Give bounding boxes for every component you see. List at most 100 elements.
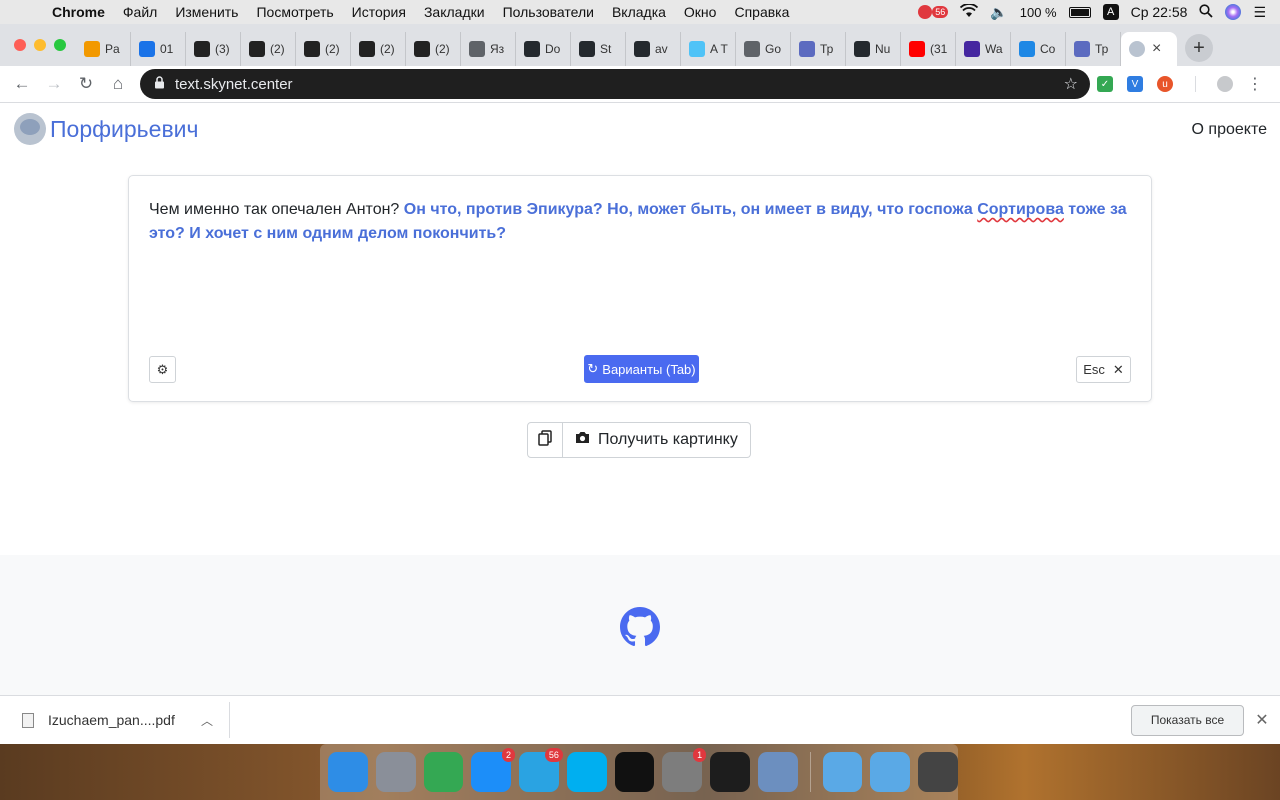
url-text[interactable]: text.skynet.center <box>175 76 293 93</box>
close-window-icon[interactable] <box>14 39 26 51</box>
tab-14[interactable]: Nu <box>846 32 901 66</box>
lock-icon[interactable] <box>154 75 165 93</box>
terminal-icon[interactable] <box>614 752 655 792</box>
variants-button-label: Варианты (Tab) <box>602 361 696 377</box>
menu-edit[interactable]: Изменить <box>175 4 238 20</box>
separator <box>1180 76 1210 92</box>
profile-avatar-icon[interactable] <box>1210 76 1240 92</box>
youtube-icon <box>909 41 925 57</box>
tab-favicon-sh <box>304 41 320 57</box>
menu-history[interactable]: История <box>352 4 406 20</box>
tab-11[interactable]: A T <box>681 32 736 66</box>
site-title[interactable]: Порфирьевич <box>50 116 199 143</box>
chrome-tab-strip: Pa 01 (3) (2) (2) (2) (2) Яз Do St av A T Go Тр Nu (31 W… <box>0 24 1280 66</box>
notification-icon[interactable]: 56 <box>918 5 949 19</box>
tab-3[interactable]: (2) <box>241 32 296 66</box>
downloads-folder-icon[interactable] <box>822 752 863 792</box>
chrome-icon[interactable] <box>423 752 464 792</box>
tab-18[interactable]: Тр <box>1066 32 1121 66</box>
address-bar[interactable]: text.skynet.center ☆ <box>140 69 1090 99</box>
control-center-icon[interactable]: ☰ <box>1253 4 1266 21</box>
finder-icon[interactable] <box>328 752 368 792</box>
settings-button[interactable]: ⚙ <box>149 356 176 383</box>
battery-percent: 100 % <box>1019 4 1057 20</box>
tab-6[interactable]: (2) <box>406 32 461 66</box>
refresh-icon: ↻ <box>587 361 599 376</box>
download-item[interactable]: Izuchaem_pan....pdf ︿ <box>0 702 230 738</box>
escape-button[interactable]: Esc ✕ <box>1076 356 1131 383</box>
extension-shield-icon[interactable]: ✓ <box>1090 76 1120 92</box>
forward-arrow-icon[interactable]: → <box>38 74 70 94</box>
trash-icon[interactable] <box>918 752 958 792</box>
app-store-icon[interactable]: 2 <box>471 748 516 792</box>
battery-icon[interactable] <box>1068 6 1091 18</box>
tab-17[interactable]: Co <box>1011 32 1066 66</box>
spotlight-search-icon[interactable] <box>1199 3 1214 21</box>
new-tab-button[interactable]: + <box>1185 34 1213 62</box>
tab-favicon-m <box>469 41 485 57</box>
system-preferences-icon[interactable]: 1 <box>662 748 707 792</box>
menubar-clock[interactable]: Ср 22:58 <box>1131 4 1188 20</box>
tab-7[interactable]: Яз <box>461 32 516 66</box>
tab-5[interactable]: (2) <box>351 32 406 66</box>
back-arrow-icon[interactable]: ← <box>6 74 38 94</box>
get-picture-button[interactable]: Получить картинку <box>563 422 751 458</box>
minimize-window-icon[interactable] <box>34 39 46 51</box>
menu-tab[interactable]: Вкладка <box>612 4 666 20</box>
brain-logo-icon <box>14 113 46 145</box>
chrome-menu-icon[interactable]: ⋮ <box>1240 74 1270 94</box>
menu-window[interactable]: Окно <box>684 4 717 20</box>
tab-15[interactable]: (31 <box>901 32 956 66</box>
extension-ublock-icon[interactable]: u <box>1150 76 1180 92</box>
menu-people[interactable]: Пользователи <box>503 4 594 20</box>
menu-view[interactable]: Посмотреть <box>256 4 333 20</box>
siri-icon[interactable] <box>1225 4 1242 20</box>
tab-12[interactable]: Go <box>736 32 791 66</box>
tab-favicon-chat <box>1019 41 1035 57</box>
menu-app-name[interactable]: Chrome <box>52 4 105 20</box>
tab-16[interactable]: Wa <box>956 32 1011 66</box>
tab-1[interactable]: 01 <box>131 32 186 66</box>
show-all-downloads-button[interactable]: Показать все <box>1131 704 1244 736</box>
tab-8[interactable]: Do <box>516 32 571 66</box>
wifi-icon[interactable] <box>960 2 979 21</box>
close-downloads-bar-icon[interactable]: ✕ <box>1244 710 1280 730</box>
dock-badge: 2 <box>502 748 516 762</box>
download-file-name[interactable]: Izuchaem_pan....pdf <box>48 712 175 728</box>
variants-button[interactable]: ↻ Варианты (Tab) <box>584 355 699 383</box>
tab-2[interactable]: (3) <box>186 32 241 66</box>
terminal-green-icon[interactable] <box>710 752 750 792</box>
tab-10[interactable]: av <box>626 32 681 66</box>
tab-13[interactable]: Тр <box>791 32 846 66</box>
tab-9[interactable]: St <box>571 32 626 66</box>
extension-v-icon[interactable]: V <box>1120 76 1150 92</box>
chevron-up-icon[interactable]: ︿ <box>201 712 213 729</box>
preview-icon[interactable] <box>757 752 798 792</box>
fullscreen-window-icon[interactable] <box>54 39 66 51</box>
menu-file[interactable]: Файл <box>123 4 157 20</box>
launchpad-icon[interactable] <box>375 752 416 792</box>
volume-icon[interactable]: 🔈 <box>990 4 1007 21</box>
copy-button[interactable] <box>527 422 563 458</box>
skype-icon[interactable] <box>566 752 607 792</box>
github-icon[interactable] <box>620 607 660 647</box>
bookmark-star-icon[interactable]: ☆ <box>1064 74 1078 94</box>
menu-help[interactable]: Справка <box>734 4 789 20</box>
telegram-icon[interactable]: 56 <box>519 748 563 792</box>
tab-label: Co <box>1040 42 1056 56</box>
dock-separator <box>809 752 811 792</box>
tab-label: Pa <box>105 42 120 56</box>
reload-icon[interactable]: ↻ <box>70 74 102 94</box>
home-icon[interactable]: ⌂ <box>102 74 134 94</box>
about-link[interactable]: О проекте <box>1192 121 1267 139</box>
tab-active-porfirevich[interactable]: × <box>1121 32 1177 66</box>
close-tab-icon[interactable]: × <box>1152 40 1161 58</box>
tab-0[interactable]: Pa <box>76 32 131 66</box>
site-brand[interactable]: Порфирьевич <box>14 113 199 145</box>
tab-favicon-sh <box>414 41 430 57</box>
tab-4[interactable]: (2) <box>296 32 351 66</box>
menu-bookmarks[interactable]: Закладки <box>424 4 485 20</box>
text-editor[interactable]: Чем именно так опечален Антон? Он что, п… <box>149 198 1134 246</box>
applications-folder-icon[interactable] <box>870 752 911 792</box>
input-source-indicator[interactable]: A <box>1102 4 1119 20</box>
